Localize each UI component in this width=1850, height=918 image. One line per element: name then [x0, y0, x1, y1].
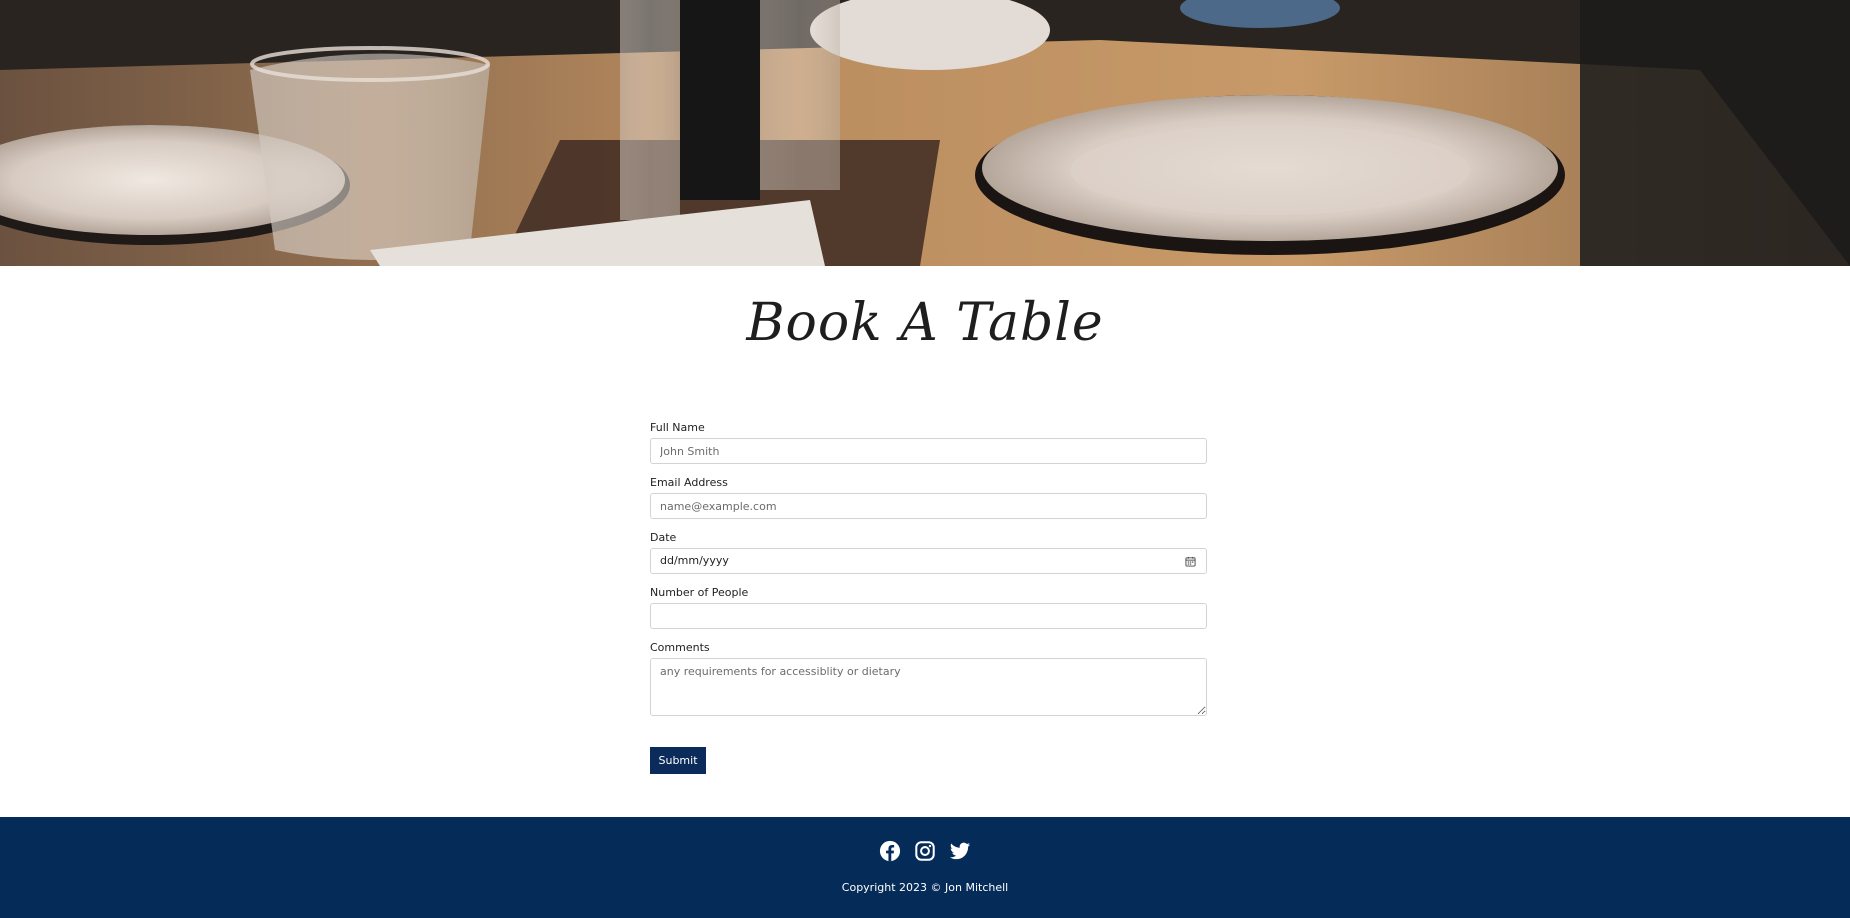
people-input[interactable] [650, 603, 1207, 629]
copyright-text: Copyright 2023 © Jon Mitchell [841, 881, 1009, 894]
email-input[interactable] [650, 493, 1207, 519]
full-name-group: Full Name [650, 421, 1207, 464]
calendar-icon[interactable] [1185, 556, 1196, 567]
email-group: Email Address [650, 476, 1207, 519]
people-label: Number of People [650, 586, 749, 599]
hero-photo [0, 0, 1850, 266]
submit-button[interactable]: Submit [650, 747, 706, 774]
email-label: Email Address [650, 476, 728, 489]
instagram-icon[interactable] [914, 840, 936, 862]
comments-label: Comments [650, 641, 710, 654]
social-links [0, 840, 1850, 864]
date-group: Date dd/mm/yyyy [650, 531, 1207, 574]
full-name-label: Full Name [650, 421, 705, 434]
page-title: Book A Table [746, 293, 1104, 353]
hero-image [0, 0, 1850, 266]
comments-textarea[interactable] [650, 658, 1207, 716]
twitter-icon[interactable] [949, 840, 971, 862]
facebook-icon[interactable] [879, 840, 901, 862]
date-label: Date [650, 531, 677, 544]
date-input[interactable]: dd/mm/yyyy [650, 548, 1207, 574]
date-value: dd/mm/yyyy [660, 554, 729, 567]
footer: Copyright 2023 © Jon Mitchell [0, 817, 1850, 918]
comments-group: Comments [650, 641, 1207, 716]
booking-form: Full Name Email Address Date dd/mm/yyyy [650, 421, 1207, 774]
main-content: Book A Table Full Name Email Address Dat… [0, 266, 1850, 817]
people-group: Number of People [650, 586, 1207, 629]
full-name-input[interactable] [650, 438, 1207, 464]
